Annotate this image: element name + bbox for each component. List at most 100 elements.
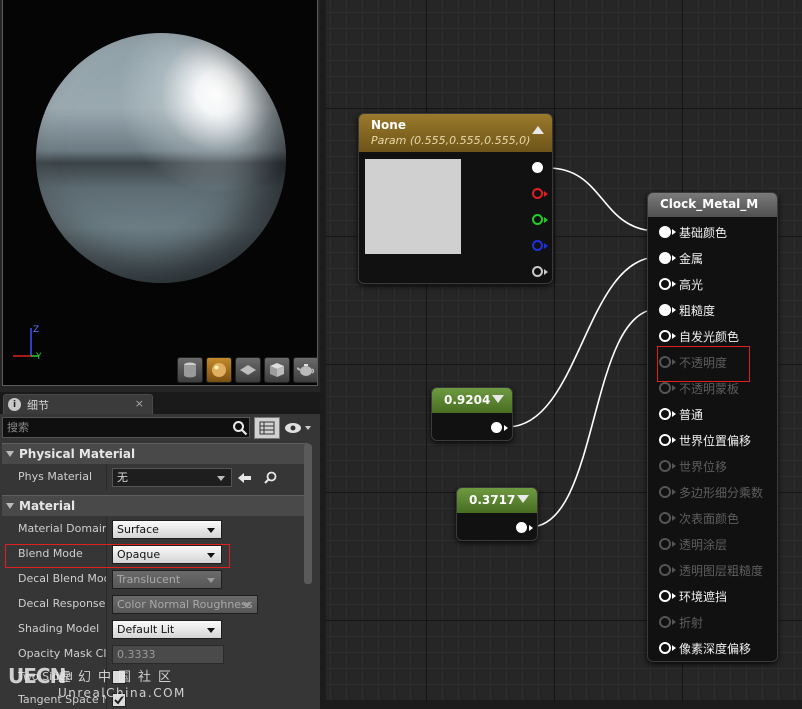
teapot-preview-button[interactable]	[293, 357, 317, 383]
shading-model-value: Default Lit	[117, 623, 175, 636]
input-label: 像素深度偏移	[679, 642, 752, 656]
material-input-row[interactable]: 基础颜色	[648, 219, 777, 245]
use-selected-arrow-icon[interactable]	[238, 472, 252, 484]
input-label: 世界位移	[679, 460, 728, 474]
cube-preview-button[interactable]	[264, 357, 290, 383]
input-pin	[659, 486, 671, 498]
category-physical-material[interactable]: Physical Material	[2, 443, 308, 464]
output-pin-rgb[interactable]	[532, 162, 543, 173]
property-label: Material Domain	[18, 522, 106, 535]
material-input-row[interactable]: 金属	[648, 245, 777, 271]
details-tab-bar: i 细节 ×	[0, 392, 320, 414]
phys-material-asset-picker[interactable]: 无	[112, 468, 232, 487]
tab-details[interactable]: i 细节 ×	[3, 394, 153, 414]
blend-mode-select[interactable]: Opaque	[112, 545, 222, 564]
close-tab-icon[interactable]: ×	[135, 397, 144, 410]
vector-param-header[interactable]: None Param (0.555,0.555,0.555,0)	[359, 114, 552, 152]
chevron-down-icon	[207, 528, 215, 533]
input-pin[interactable]	[659, 434, 671, 446]
scalar-constant-node-2[interactable]: 0.3717	[456, 487, 538, 541]
opacity-mask-clip-field: 0.3333	[112, 645, 224, 664]
material-result-header[interactable]: Clock_Metal_M	[648, 193, 777, 217]
details-search-input[interactable]	[2, 417, 250, 438]
input-label: 世界位置偏移	[679, 434, 752, 448]
graph-bottom-bar	[326, 700, 802, 709]
input-pin[interactable]	[659, 226, 671, 238]
input-label: 折射	[679, 616, 704, 630]
chevron-down-icon	[207, 578, 215, 583]
input-label: 不透明度	[679, 356, 728, 370]
chevron-down-icon	[217, 476, 225, 481]
material-input-row: 透明图层粗糙度	[648, 557, 777, 583]
input-pin	[659, 616, 671, 628]
vector-param-subtitle: Param (0.555,0.555,0.555,0)	[371, 134, 531, 147]
eye-icon	[285, 423, 311, 433]
shading-model-select[interactable]: Default Lit	[112, 620, 222, 639]
input-label: 透明涂层	[679, 538, 728, 552]
scalar-constant-header[interactable]: 0.3717	[457, 488, 537, 513]
material-input-row: 透明涂层	[648, 531, 777, 557]
property-label: Blend Mode	[18, 547, 83, 560]
category-material[interactable]: Material	[2, 495, 308, 516]
material-input-row[interactable]: 普通	[648, 401, 777, 427]
cylinder-preview-button[interactable]	[177, 357, 203, 383]
watermark-en: UnrealChina.COM	[58, 686, 186, 700]
chevron-down-icon	[243, 603, 251, 608]
preview-shape-toolbar	[177, 357, 317, 383]
material-input-row[interactable]: 像素深度偏移	[648, 635, 777, 661]
details-tab-label: 细节	[27, 398, 49, 412]
property-matrix-button[interactable]	[254, 417, 280, 439]
scalar-constant-node-1[interactable]: 0.9204	[431, 387, 513, 441]
input-pin[interactable]	[659, 642, 671, 654]
input-pin[interactable]	[659, 408, 671, 420]
input-pin[interactable]	[659, 252, 671, 264]
sphere-preview-button[interactable]	[206, 357, 232, 383]
output-pin-b[interactable]	[532, 240, 543, 251]
teapot-icon	[297, 364, 315, 376]
input-label: 金属	[679, 252, 704, 266]
material-input-row[interactable]: 世界位置偏移	[648, 427, 777, 453]
input-pin	[659, 512, 671, 524]
browse-search-icon[interactable]	[264, 471, 277, 484]
search-icon[interactable]	[232, 420, 248, 436]
vector-param-node[interactable]: None Param (0.555,0.555,0.555,0)	[358, 113, 553, 284]
property-label: Phys Material	[18, 470, 93, 483]
material-input-row[interactable]: 自发光颜色	[648, 323, 777, 349]
collapse-triangle-icon[interactable]	[532, 126, 544, 134]
input-pin	[659, 382, 671, 394]
material-input-row: 世界位移	[648, 453, 777, 479]
details-scrollbar[interactable]	[304, 444, 312, 584]
input-label: 次表面颜色	[679, 512, 740, 526]
view-options-button[interactable]	[284, 419, 314, 437]
left-column: Z Y i 细节 × 搜索 Physical Material Phys Mat…	[0, 0, 320, 709]
material-input-row[interactable]: 高光	[648, 271, 777, 297]
decal-blend-mode-value: Translucent	[117, 573, 181, 586]
pin-arrow-icon	[672, 255, 676, 261]
category-label: Material	[19, 499, 76, 513]
pin-arrow-icon	[544, 243, 548, 249]
input-pin[interactable]	[659, 304, 671, 316]
output-pin-r[interactable]	[532, 188, 543, 199]
grid-list-icon	[259, 421, 275, 435]
output-pin-g[interactable]	[532, 214, 543, 225]
pin-arrow-icon	[672, 645, 676, 651]
property-material-domain: Material Domain Surface	[2, 517, 308, 542]
material-input-row[interactable]: 环境遮挡	[648, 583, 777, 609]
input-pin[interactable]	[659, 590, 671, 602]
input-label: 粗糙度	[679, 304, 716, 318]
scalar-output-pin[interactable]	[491, 422, 502, 433]
plane-preview-button[interactable]	[235, 357, 261, 383]
material-preview-viewport[interactable]: Z Y	[2, 0, 318, 386]
output-pin-a[interactable]	[532, 266, 543, 277]
material-input-row[interactable]: 粗糙度	[648, 297, 777, 323]
collapse-triangle-icon[interactable]	[517, 495, 529, 503]
property-label: Decal Response (	[18, 597, 106, 610]
collapse-triangle-icon[interactable]	[492, 395, 504, 403]
input-pin[interactable]	[659, 278, 671, 290]
input-pin	[659, 538, 671, 550]
scalar-constant-header[interactable]: 0.9204	[432, 388, 512, 413]
material-domain-select[interactable]: Surface	[112, 520, 222, 539]
material-result-node[interactable]: Clock_Metal_M 基础颜色 金属 高光 粗糙度 自发光颜色 不透明度 不透明蒙板普…	[647, 192, 778, 662]
input-pin[interactable]	[659, 330, 671, 342]
scalar-output-pin[interactable]	[516, 522, 527, 533]
